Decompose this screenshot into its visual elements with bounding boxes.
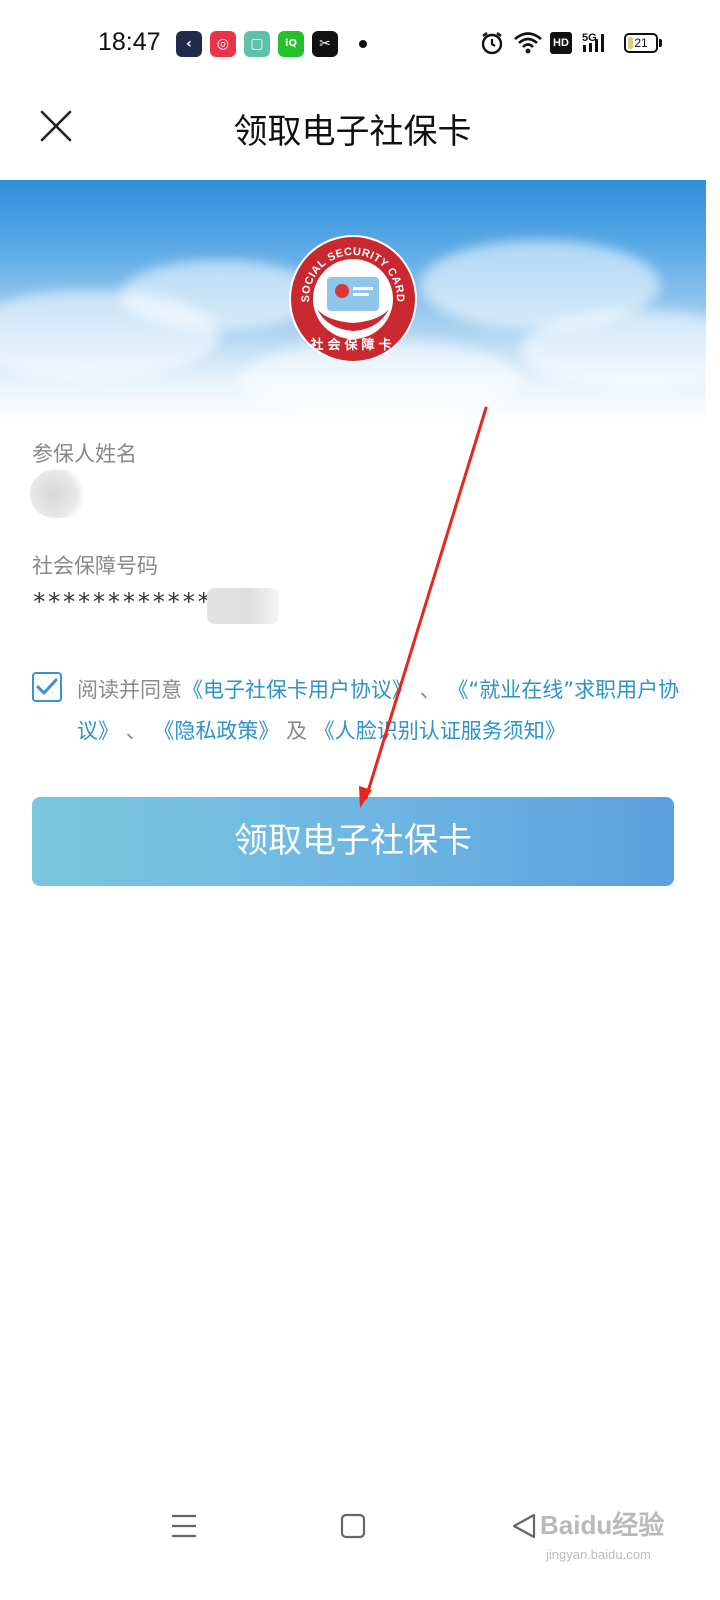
baidu-watermark: Baidu经验 jingyan.baidu.com (540, 1505, 710, 1569)
battery-icon: 21 (624, 33, 658, 53)
alarm-icon (481, 32, 503, 55)
logo-bottom-text: 社会保障卡 (309, 337, 395, 353)
hd-badge: HD (550, 32, 572, 54)
agreement-separator: 、 (125, 719, 147, 743)
agreement-prefix: 阅读并同意 (77, 678, 182, 702)
status-bar: 18:47 ‹ ◎ ▢ iQ ✂ HD 5G 21 (0, 0, 720, 90)
id-label: 社会保障号码 (32, 554, 158, 578)
signal-5g-icon: 5G (582, 32, 604, 52)
header: 领取电子社保卡 (0, 90, 720, 180)
agreement-conjunction: 及 (286, 719, 308, 743)
agreement-checkbox[interactable] (32, 672, 62, 702)
social-security-card-logo: SOCIAL SECURITY CARD 社会保障卡 (289, 235, 417, 363)
name-value-redacted (30, 470, 88, 518)
notification-dot (359, 40, 367, 48)
wifi-icon (514, 32, 542, 54)
status-time: 18:47 (98, 28, 161, 56)
battery-cap (659, 39, 662, 47)
user-agreement-link[interactable]: 《电子社保卡用户协议》 (182, 678, 413, 702)
checkmark-icon (36, 678, 58, 695)
battery-level-text: 21 (634, 36, 648, 50)
id-value: ************* (32, 588, 227, 616)
reader-app-icon: ▢ (244, 31, 270, 57)
shopping-app-icon: ◎ (210, 31, 236, 57)
id-value-redacted (207, 588, 279, 624)
agreement-separator: 、 (419, 678, 441, 702)
iqiyi-app-icon: iQ (278, 31, 304, 57)
watermark-sub: jingyan.baidu.com (546, 1547, 651, 1562)
capcut-app-icon: ✂ (312, 31, 338, 57)
back-icon[interactable] (504, 1506, 544, 1546)
back-app-icon: ‹ (176, 31, 202, 57)
agreement-text: 阅读并同意《电子社保卡用户协议》 、 《“就业在线”求职用户协议》 、 《隐私政… (77, 670, 687, 752)
home-icon[interactable] (333, 1506, 373, 1546)
claim-card-button[interactable]: 领取电子社保卡 (32, 797, 674, 886)
privacy-policy-link[interactable]: 《隐私政策》 (153, 719, 279, 743)
name-label: 参保人姓名 (32, 442, 137, 466)
svg-text:5G: 5G (582, 32, 597, 44)
menu-icon[interactable] (164, 1506, 204, 1546)
watermark-main: Baidu经验 (540, 1510, 665, 1540)
page-title: 领取电子社保卡 (233, 112, 472, 152)
face-recognition-notice-link[interactable]: 《人脸识别认证服务须知》 (314, 719, 566, 743)
